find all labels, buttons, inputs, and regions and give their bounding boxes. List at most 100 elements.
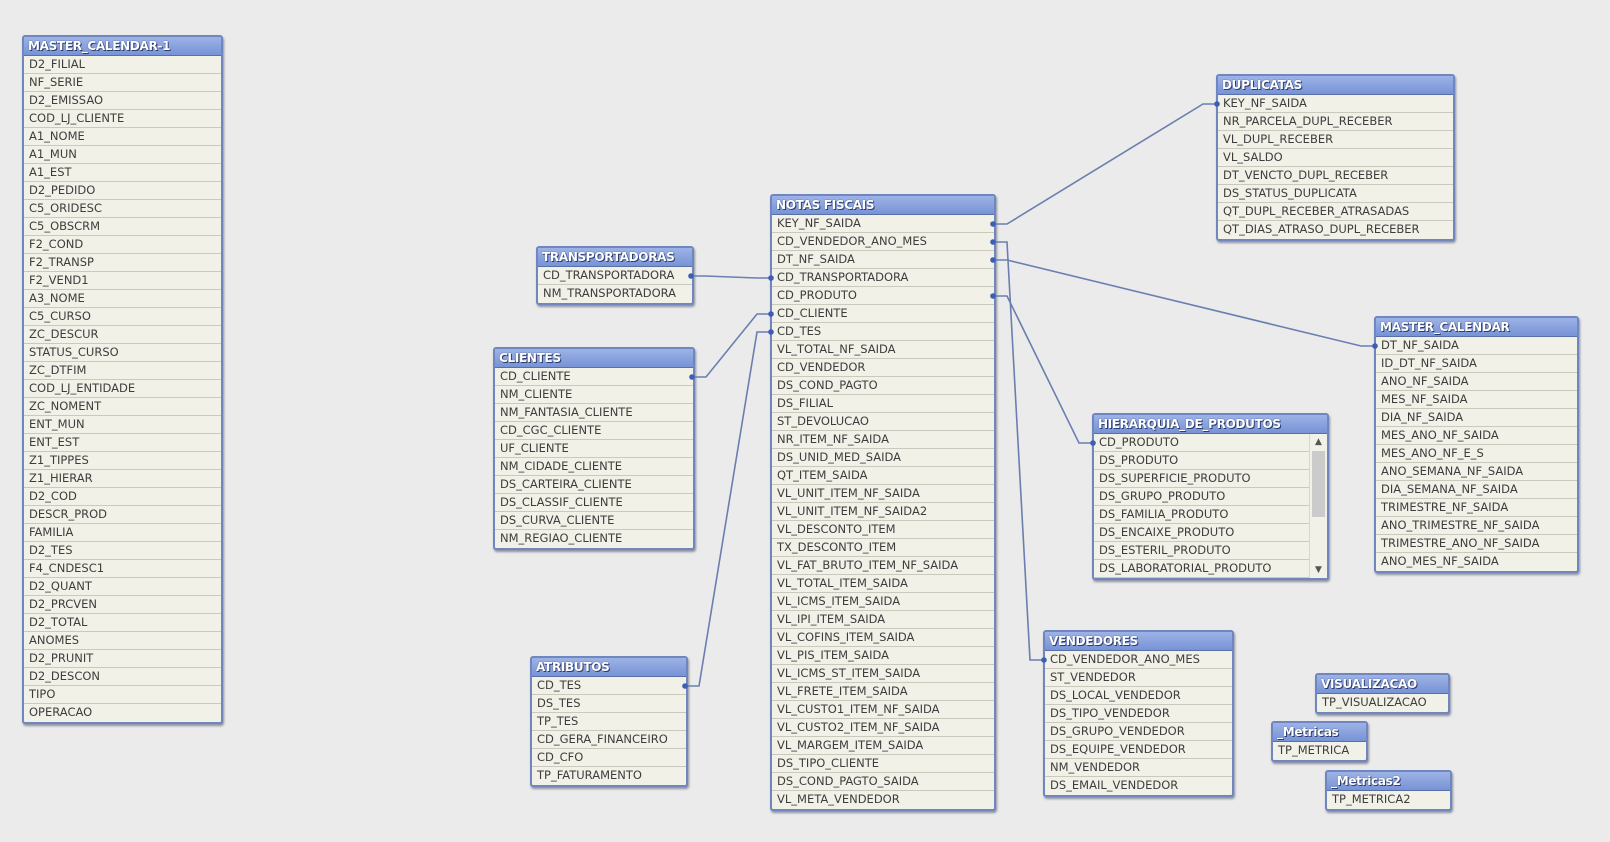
field-row[interactable]: CD_VENDEDOR_ANO_MES [772, 233, 994, 251]
table-notas-fiscais[interactable]: NOTAS FISCAIS KEY_NF_SAIDA CD_VENDEDOR_ANO… [770, 194, 996, 811]
field-row[interactable]: NM_REGIAO_CLIENTE [495, 530, 693, 548]
table-metricas2[interactable]: _Metricas2 TP_METRICA2 [1325, 770, 1452, 811]
field-row[interactable]: D2_DESCON [24, 668, 221, 686]
field-row[interactable]: CD_CFO [532, 749, 686, 767]
field-row[interactable]: ID_DT_NF_SAIDA [1376, 355, 1577, 373]
field-row[interactable]: VL_CUSTO1_ITEM_NF_SAIDA [772, 701, 994, 719]
scroll-up-icon[interactable]: ▲ [1310, 434, 1327, 450]
scrollbar[interactable]: ▲ ▼ [1309, 434, 1327, 578]
table-title[interactable]: ATRIBUTOS [532, 658, 686, 677]
field-row[interactable]: TP_METRICA [1273, 742, 1366, 760]
field-row[interactable]: D2_PRUNIT [24, 650, 221, 668]
table-title[interactable]: TRANSPORTADORAS [538, 248, 692, 267]
field-row[interactable]: VL_TOTAL_ITEM_SAIDA [772, 575, 994, 593]
field-row[interactable]: QT_ITEM_SAIDA [772, 467, 994, 485]
field-row[interactable]: TP_VISUALIZACAO [1317, 694, 1448, 712]
field-row[interactable]: ENT_MUN [24, 416, 221, 434]
field-row[interactable]: DIA_NF_SAIDA [1376, 409, 1577, 427]
field-row[interactable]: VL_DUPL_RECEBER [1218, 131, 1453, 149]
table-transportadoras[interactable]: TRANSPORTADORAS CD_TRANSPORTADORA NM_TRANS… [536, 246, 694, 305]
field-row[interactable]: COD_LJ_CLIENTE [24, 110, 221, 128]
field-row[interactable]: NR_ITEM_NF_SAIDA [772, 431, 994, 449]
table-atributos[interactable]: ATRIBUTOS CD_TES DS_TES TP_TES CD_GERA_FINAN… [530, 656, 688, 787]
field-row[interactable]: NM_CIDADE_CLIENTE [495, 458, 693, 476]
table-title[interactable]: _Metricas [1273, 723, 1366, 742]
field-row[interactable]: DT_VENCTO_DUPL_RECEBER [1218, 167, 1453, 185]
table-title[interactable]: MASTER_CALENDAR [1376, 318, 1577, 337]
field-row[interactable]: ANO_TRIMESTRE_NF_SAIDA [1376, 517, 1577, 535]
scroll-thumb[interactable] [1312, 451, 1325, 517]
field-row[interactable]: CD_VENDEDOR_ANO_MES [1045, 651, 1232, 669]
field-row[interactable]: A1_NOME [24, 128, 221, 146]
field-row[interactable]: F2_TRANSP [24, 254, 221, 272]
field-row[interactable]: ZC_NOMENT [24, 398, 221, 416]
field-row[interactable]: DS_LABORATORIAL_PRODUTO [1094, 560, 1310, 578]
field-row[interactable]: C5_OBSCRM [24, 218, 221, 236]
field-row[interactable]: CD_TES [772, 323, 994, 341]
field-row[interactable]: UF_CLIENTE [495, 440, 693, 458]
field-row[interactable]: DIA_SEMANA_NF_SAIDA [1376, 481, 1577, 499]
table-title[interactable]: HIERARQUIA_DE_PRODUTOS [1094, 415, 1327, 434]
table-title[interactable]: VISUALIZACAO [1317, 675, 1448, 694]
field-row[interactable]: DS_COND_PAGTO [772, 377, 994, 395]
field-row[interactable]: KEY_NF_SAIDA [1218, 95, 1453, 113]
field-row[interactable]: CD_TRANSPORTADORA [538, 267, 692, 285]
field-row[interactable]: DS_EQUIPE_VENDEDOR [1045, 741, 1232, 759]
field-row[interactable]: NM_CLIENTE [495, 386, 693, 404]
field-row[interactable]: MES_ANO_NF_SAIDA [1376, 427, 1577, 445]
field-row[interactable]: DS_FAMILIA_PRODUTO [1094, 506, 1310, 524]
field-row[interactable]: ANO_SEMANA_NF_SAIDA [1376, 463, 1577, 481]
field-row[interactable]: C5_CURSO [24, 308, 221, 326]
field-row[interactable]: NF_SERIE [24, 74, 221, 92]
field-row[interactable]: STATUS_CURSO [24, 344, 221, 362]
field-row[interactable]: DS_CLASSIF_CLIENTE [495, 494, 693, 512]
field-row[interactable]: DS_CURVA_CLIENTE [495, 512, 693, 530]
field-row[interactable]: CD_TRANSPORTADORA [772, 269, 994, 287]
table-title[interactable]: _Metricas2 [1327, 772, 1450, 791]
field-row[interactable]: CD_VENDEDOR [772, 359, 994, 377]
table-master-calendar-1[interactable]: MASTER_CALENDAR-1 D2_FILIAL NF_SERIE D2_EMI… [22, 35, 223, 724]
field-row[interactable]: QT_DIAS_ATRASO_DUPL_RECEBER [1218, 221, 1453, 239]
field-row[interactable]: CD_PRODUTO [772, 287, 994, 305]
field-row[interactable]: F2_COND [24, 236, 221, 254]
field-row[interactable]: CD_TES [532, 677, 686, 695]
field-row[interactable]: ANO_NF_SAIDA [1376, 373, 1577, 391]
field-row[interactable]: DS_ESTERIL_PRODUTO [1094, 542, 1310, 560]
field-row[interactable]: VL_SALDO [1218, 149, 1453, 167]
field-row[interactable]: Z1_HIERAR [24, 470, 221, 488]
field-row[interactable]: DT_NF_SAIDA [772, 251, 994, 269]
field-row[interactable]: CD_CGC_CLIENTE [495, 422, 693, 440]
field-row[interactable]: VL_PIS_ITEM_SAIDA [772, 647, 994, 665]
field-row[interactable]: DS_GRUPO_PRODUTO [1094, 488, 1310, 506]
field-row[interactable]: NM_TRANSPORTADORA [538, 285, 692, 303]
field-row[interactable]: TP_FATURAMENTO [532, 767, 686, 785]
scroll-down-icon[interactable]: ▼ [1310, 562, 1327, 578]
field-row[interactable]: NM_FANTASIA_CLIENTE [495, 404, 693, 422]
field-row[interactable]: CD_GERA_FINANCEIRO [532, 731, 686, 749]
field-row[interactable]: ANOMES [24, 632, 221, 650]
field-row[interactable]: C5_ORIDESC [24, 200, 221, 218]
table-title[interactable]: VENDEDORES [1045, 632, 1232, 651]
field-row[interactable]: NM_VENDEDOR [1045, 759, 1232, 777]
field-row[interactable]: DS_FILIAL [772, 395, 994, 413]
table-visualizacao[interactable]: VISUALIZACAO TP_VISUALIZACAO [1315, 673, 1450, 714]
field-row[interactable]: D2_FILIAL [24, 56, 221, 74]
field-row[interactable]: DESCR_PROD [24, 506, 221, 524]
field-row[interactable]: F2_VEND1 [24, 272, 221, 290]
field-row[interactable]: D2_QUANT [24, 578, 221, 596]
table-hierarquia-de-produtos[interactable]: HIERARQUIA_DE_PRODUTOS CD_PRODUTO DS_PRODU… [1092, 413, 1329, 580]
field-row[interactable]: TP_METRICA2 [1327, 791, 1450, 809]
field-row[interactable]: VL_COFINS_ITEM_SAIDA [772, 629, 994, 647]
field-row[interactable]: DS_COND_PAGTO_SAIDA [772, 773, 994, 791]
field-row[interactable]: ST_DEVOLUCAO [772, 413, 994, 431]
field-row[interactable]: ANO_MES_NF_SAIDA [1376, 553, 1577, 571]
table-master-calendar[interactable]: MASTER_CALENDAR DT_NF_SAIDA ID_DT_NF_SAIDA… [1374, 316, 1579, 573]
table-title[interactable]: NOTAS FISCAIS [772, 196, 994, 215]
field-row[interactable]: D2_COD [24, 488, 221, 506]
field-row[interactable]: DS_GRUPO_VENDEDOR [1045, 723, 1232, 741]
field-row[interactable]: A1_EST [24, 164, 221, 182]
field-row[interactable]: NR_PARCELA_DUPL_RECEBER [1218, 113, 1453, 131]
field-row[interactable]: D2_TOTAL [24, 614, 221, 632]
field-row[interactable]: VL_UNIT_ITEM_NF_SAIDA2 [772, 503, 994, 521]
field-row[interactable]: DS_ENCAIXE_PRODUTO [1094, 524, 1310, 542]
